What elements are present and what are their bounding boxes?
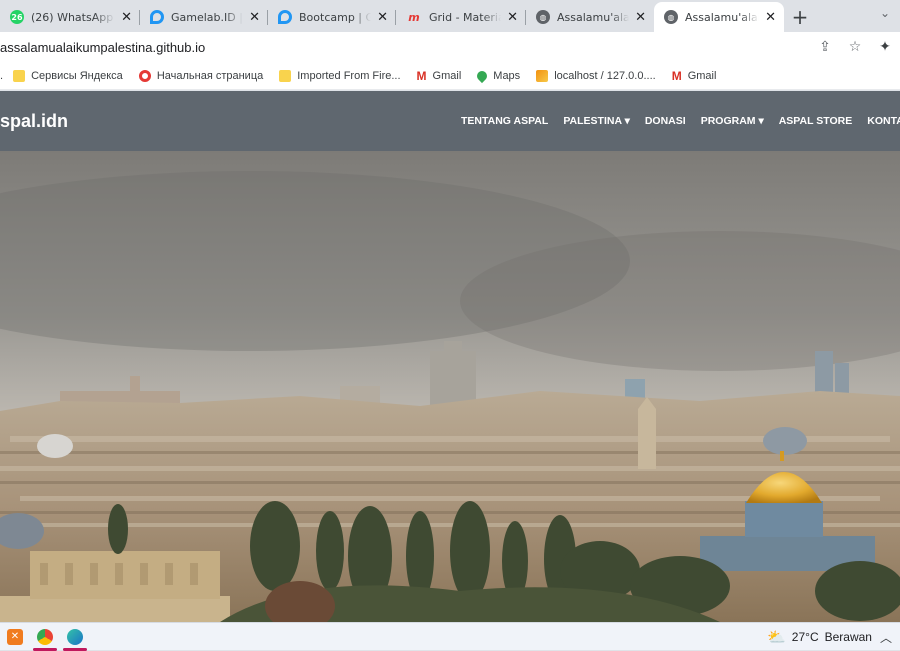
tab-title: Grid - Material	[429, 10, 502, 24]
bookmark-gmail-2[interactable]: M Gmail	[672, 70, 717, 82]
close-icon[interactable]: ✕	[507, 10, 518, 25]
weather-widget[interactable]: ⛅ 27°C Berawan ︿	[767, 623, 892, 651]
nav-aspal-store[interactable]: ASPAL STORE	[779, 115, 853, 127]
close-icon[interactable]: ✕	[635, 10, 646, 25]
xampp-icon: ✕	[7, 628, 23, 645]
bookmark-yandex[interactable]: Сервисы Яндекса	[13, 69, 123, 82]
taskbar-edge[interactable]	[60, 623, 90, 651]
site-navbar: spal.idn TENTANG ASPAL PALESTINA ▾ DONAS…	[0, 91, 900, 151]
folder-icon	[279, 69, 292, 82]
chrome-icon	[37, 628, 53, 645]
maps-icon	[475, 68, 490, 83]
tab-bootcamp[interactable]: Bootcamp | Ga ✕	[268, 2, 396, 32]
materialize-icon: m	[408, 10, 420, 24]
taskbar-chrome[interactable]	[30, 623, 60, 651]
whatsapp-icon: 26	[10, 10, 24, 24]
bookmark-gmail[interactable]: M Gmail	[417, 70, 462, 82]
close-icon[interactable]: ✕	[765, 10, 776, 25]
close-icon[interactable]: ✕	[249, 10, 260, 25]
close-icon[interactable]: ✕	[121, 10, 132, 25]
tab-gamelab[interactable]: Gamelab.ID | C ✕	[140, 2, 268, 32]
hero-image-jerusalem	[0, 151, 900, 622]
bookmark-localhost[interactable]: localhost / 127.0.0....	[536, 69, 656, 82]
extensions-icon[interactable]: ✦	[870, 39, 900, 55]
nav-palestina[interactable]: PALESTINA ▾	[563, 115, 630, 127]
globe-icon: ◍	[664, 10, 678, 24]
tab-title: Assalamu'alaik	[557, 10, 630, 24]
nav-donasi[interactable]: DONASI	[645, 115, 686, 127]
tab-strip: 26 (26) WhatsApp ✕ Gamelab.ID | C ✕ Boot…	[0, 0, 900, 32]
tab-materialize[interactable]: m Grid - Material ✕	[396, 2, 526, 32]
bookmark-start-page[interactable]: Начальная страница	[138, 69, 264, 82]
bookmark-imported[interactable]: Imported From Fire...	[279, 69, 401, 82]
bookmarks-bar: . Сервисы Яндекса Начальная страница Imp…	[0, 62, 900, 90]
bookmark-maps[interactable]: Maps	[475, 68, 521, 83]
address-actions: ⇪ ☆ ✦	[810, 32, 900, 62]
tab-title: Gamelab.ID | C	[171, 10, 243, 24]
chevron-down-icon[interactable]: ⌄	[880, 6, 890, 20]
folder-icon	[13, 69, 26, 82]
cloud-sun-icon: ⛅	[767, 629, 786, 646]
bookmark-label: localhost / 127.0.0....	[554, 69, 656, 82]
gmail-icon: M	[416, 68, 427, 83]
site-menu: TENTANG ASPAL PALESTINA ▾ DONASI PROGRAM…	[461, 115, 900, 127]
page-viewport: spal.idn TENTANG ASPAL PALESTINA ▾ DONAS…	[0, 91, 900, 622]
tab-assalamu-1[interactable]: ◍ Assalamu'alaik ✕	[526, 2, 654, 32]
tab-assalamu-active[interactable]: ◍ Assalamu'alaik ✕	[654, 2, 784, 32]
nav-tentang-aspal[interactable]: TENTANG ASPAL	[461, 115, 548, 127]
bookmark-label: Imported From Fire...	[297, 69, 401, 82]
address-bar[interactable]: assalamualaikumpalestina.github.io ⇪ ☆ ✦	[0, 32, 900, 62]
globe-icon: ◍	[536, 10, 550, 24]
bookmark-label: Gmail	[687, 69, 717, 82]
os-taskbar: ✕ ⛅ 27°C Berawan ︿	[0, 622, 900, 651]
gmail-icon: M	[671, 68, 682, 83]
phpmyadmin-icon	[536, 69, 549, 82]
url-text[interactable]: assalamualaikumpalestina.github.io	[0, 40, 205, 55]
weather-text: Berawan	[824, 630, 872, 644]
bookmark-label: Сервисы Яндекса	[31, 69, 123, 82]
nav-program[interactable]: PROGRAM ▾	[701, 115, 764, 127]
chevron-up-icon[interactable]: ︿	[880, 629, 892, 646]
nav-kontak[interactable]: KONTA	[867, 115, 900, 127]
star-icon[interactable]: ☆	[840, 39, 870, 55]
bookmark-label: Gmail	[432, 69, 462, 82]
bookmark-label: Начальная страница	[156, 69, 264, 82]
site-brand[interactable]: spal.idn	[0, 111, 68, 132]
edge-icon	[67, 628, 83, 645]
new-tab-button[interactable]: +	[784, 2, 816, 32]
bookmark-overflow-icon[interactable]: .	[0, 70, 3, 82]
bookmark-label: Maps	[493, 69, 521, 82]
weather-temp: 27°C	[791, 630, 819, 644]
gamelab-icon	[150, 10, 164, 24]
opera-icon	[138, 69, 151, 82]
taskbar-xampp[interactable]: ✕	[0, 623, 30, 651]
tab-whatsapp[interactable]: 26 (26) WhatsApp ✕	[0, 2, 140, 32]
close-icon[interactable]: ✕	[377, 10, 388, 25]
tab-title: Bootcamp | Ga	[299, 10, 372, 24]
share-icon[interactable]: ⇪	[810, 39, 840, 55]
bootcamp-icon	[278, 10, 292, 24]
tab-title: Assalamu'alaik	[685, 10, 760, 24]
tab-title: (26) WhatsApp	[31, 10, 114, 24]
